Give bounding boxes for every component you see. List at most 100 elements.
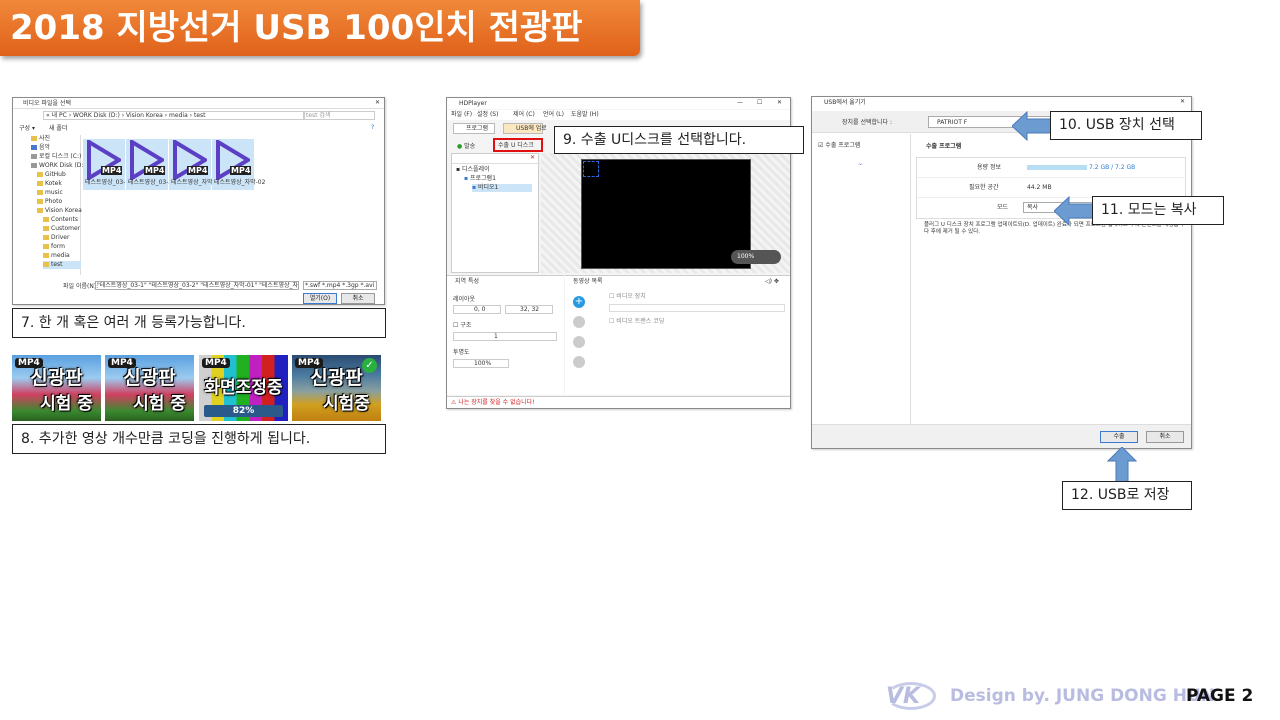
tree-item[interactable]: Vision Korea: [37, 207, 82, 215]
tree-item[interactable]: 음악: [31, 144, 50, 152]
callout-arrow-11: [1054, 196, 1094, 226]
layout-label: 레이아웃: [453, 296, 476, 303]
tree-item-program[interactable]: ▪ 프로그램1: [464, 175, 496, 183]
new-folder-button[interactable]: 새 폴더: [49, 125, 67, 133]
video-list-header: 동영상 목록: [573, 278, 603, 285]
tree-item[interactable]: Driver: [43, 234, 69, 242]
organize-button[interactable]: 구성 ▾: [19, 125, 35, 133]
video-stretch-checkbox[interactable]: ☐ 비디오 장치: [609, 293, 646, 301]
video-option-bar: [609, 304, 785, 312]
cancel-button[interactable]: 취소: [341, 293, 375, 304]
menu-control[interactable]: 제어 (C): [513, 111, 535, 119]
search-placeholder: test 검색: [306, 112, 331, 119]
close-icon[interactable]: ✕: [1180, 98, 1185, 106]
folder-icon: [37, 208, 43, 213]
move-down-icon[interactable]: [573, 336, 585, 348]
tree-toolbar: ✕: [452, 154, 540, 164]
caption-10: 10. USB 장치 선택: [1050, 111, 1202, 140]
capacity-bar: [1027, 165, 1087, 170]
border-checkbox[interactable]: ☐ 구조: [453, 322, 471, 330]
close-icon[interactable]: ✕: [777, 99, 782, 107]
export-program-checkbox[interactable]: ☑ 수출 프로그램: [818, 142, 860, 150]
filename-input[interactable]: "테스트영상_03-1" "테스트영상_03-2" "테스트영상_자막-01" …: [95, 281, 299, 290]
close-icon[interactable]: ✕: [375, 99, 380, 107]
properties-panel: 지역 특성 레이아웃 0, 0 32, 32 ☐ 구조 1 투명도 100%: [447, 275, 564, 395]
tile-text-top: 신광판: [30, 367, 83, 389]
file-item[interactable]: MP4 테스트영상_03-2: [126, 139, 172, 190]
file-item[interactable]: MP4 테스트영상_자막-01: [169, 139, 222, 190]
tree-item[interactable]: music: [37, 189, 63, 197]
tree-item[interactable]: test: [43, 261, 81, 269]
file-name: 테스트영상_03-1: [85, 179, 130, 186]
usb-side-panel: ☑ 수출 프로그램 ⌄: [812, 134, 911, 424]
open-button[interactable]: 열기(O): [303, 293, 337, 304]
section-title: 수출 프로그램: [926, 143, 962, 150]
transparency-stepper[interactable]: 100%: [453, 359, 509, 368]
position-input[interactable]: 0, 0: [453, 305, 501, 314]
tree-item[interactable]: media: [43, 252, 70, 260]
volume-icon[interactable]: ◁) ✥: [765, 278, 779, 286]
export-button[interactable]: 수출: [1100, 431, 1138, 443]
menu-help[interactable]: 도움말 (H): [571, 111, 599, 119]
file-item[interactable]: MP4 테스트영상_03-1: [83, 139, 129, 190]
maximize-icon[interactable]: ☐: [757, 99, 762, 107]
menu-settings[interactable]: 설정 (S): [477, 111, 498, 119]
file-item[interactable]: MP4 테스트영상_자막-02: [212, 139, 265, 190]
tree-item[interactable]: Customer: [43, 225, 80, 233]
menu-file[interactable]: 파일 (F): [451, 111, 472, 119]
folder-tree: 사진 음악 로컬 디스크 (C:) WORK Disk (D:) GitHub …: [23, 135, 86, 275]
usb-cancel-button[interactable]: 취소: [1146, 431, 1184, 443]
program-icon: ▪: [464, 175, 469, 182]
selection-box[interactable]: [583, 161, 599, 177]
folder-icon: [37, 172, 43, 177]
trash-icon[interactable]: [573, 316, 585, 328]
size-input[interactable]: 32, 32: [505, 305, 553, 314]
video-tile: MP4 신광판 시험중 ✓: [292, 355, 381, 421]
folder-icon: [37, 181, 43, 186]
video-transcode-checkbox[interactable]: ☐ 비디오 트랜스 코딩: [609, 318, 664, 326]
tree-item[interactable]: GitHub: [37, 171, 66, 179]
search-input[interactable]: test 검색: [303, 111, 375, 120]
music-icon: [31, 145, 37, 150]
tree-item[interactable]: Photo: [37, 198, 62, 206]
minimize-icon[interactable]: —: [737, 99, 743, 107]
chevron-down-icon[interactable]: ⌄: [858, 160, 863, 168]
help-icon[interactable]: ?: [371, 124, 374, 132]
tree-item-video[interactable]: ▪ 비디오1: [472, 184, 532, 192]
tab-usb-upload[interactable]: USB에 업로: [503, 123, 547, 134]
send-button[interactable]: ● 발송: [457, 143, 475, 151]
area-header: 지역 특성: [455, 278, 479, 285]
required-space-row: 필요한 공간 44.2 MB: [917, 178, 1187, 198]
mp4-badge: MP4: [101, 166, 123, 175]
tree-item[interactable]: 로컬 디스크 (C:): [31, 153, 81, 161]
address-path: « 내 PC › WORK Disk (D:) › Vision Korea ›…: [46, 112, 206, 119]
monitor-icon: ▪: [456, 166, 461, 173]
tree-item-display[interactable]: ▪ 디스플레이: [456, 166, 490, 174]
move-up-icon[interactable]: [573, 356, 585, 368]
mp4-badge: MP4: [230, 166, 252, 175]
select-device-label: 장치를 선택합니다 :: [842, 119, 892, 126]
hdplayer-titlebar: HDPlayer — ☐ ✕: [447, 98, 790, 109]
video-tile: MP4 화면조정중 82%: [199, 355, 288, 421]
folder-icon: [43, 253, 49, 258]
filename-value: "테스트영상_03-1" "테스트영상_03-2" "테스트영상_자막-01" …: [97, 282, 299, 289]
tree-item[interactable]: WORK Disk (D:): [31, 162, 86, 170]
folder-icon: [43, 226, 49, 231]
address-bar[interactable]: « 내 PC › WORK Disk (D:) › Vision Korea ›…: [43, 111, 305, 120]
tree-item[interactable]: form: [43, 243, 65, 251]
export-u-disk-button[interactable]: 수출 U 디스크: [493, 138, 543, 152]
tree-item[interactable]: 사진: [31, 135, 50, 143]
tree-item[interactable]: Contents: [43, 216, 78, 224]
hdplayer-title: HDPlayer: [459, 100, 487, 107]
folder-icon: [43, 244, 49, 249]
tree-item[interactable]: Kotek: [37, 180, 62, 188]
tile-text-bottom: 시험 중: [133, 394, 186, 414]
border-select[interactable]: 1: [453, 332, 557, 341]
page-title: 2018 지방선거 USB 100인치 전광판: [10, 8, 583, 48]
tab-program[interactable]: 프로그램: [453, 123, 495, 134]
delete-icon[interactable]: ✕: [530, 154, 535, 162]
menu-language[interactable]: 언어 (L): [543, 111, 564, 119]
file-dialog-window: 비디오 파일을 선택 ✕ « 내 PC › WORK Disk (D:) › V…: [12, 97, 385, 305]
add-icon[interactable]: +: [573, 296, 585, 308]
filter-select[interactable]: *.swf *.mp4 *.3gp *.avi *.rmvb: [303, 281, 377, 290]
